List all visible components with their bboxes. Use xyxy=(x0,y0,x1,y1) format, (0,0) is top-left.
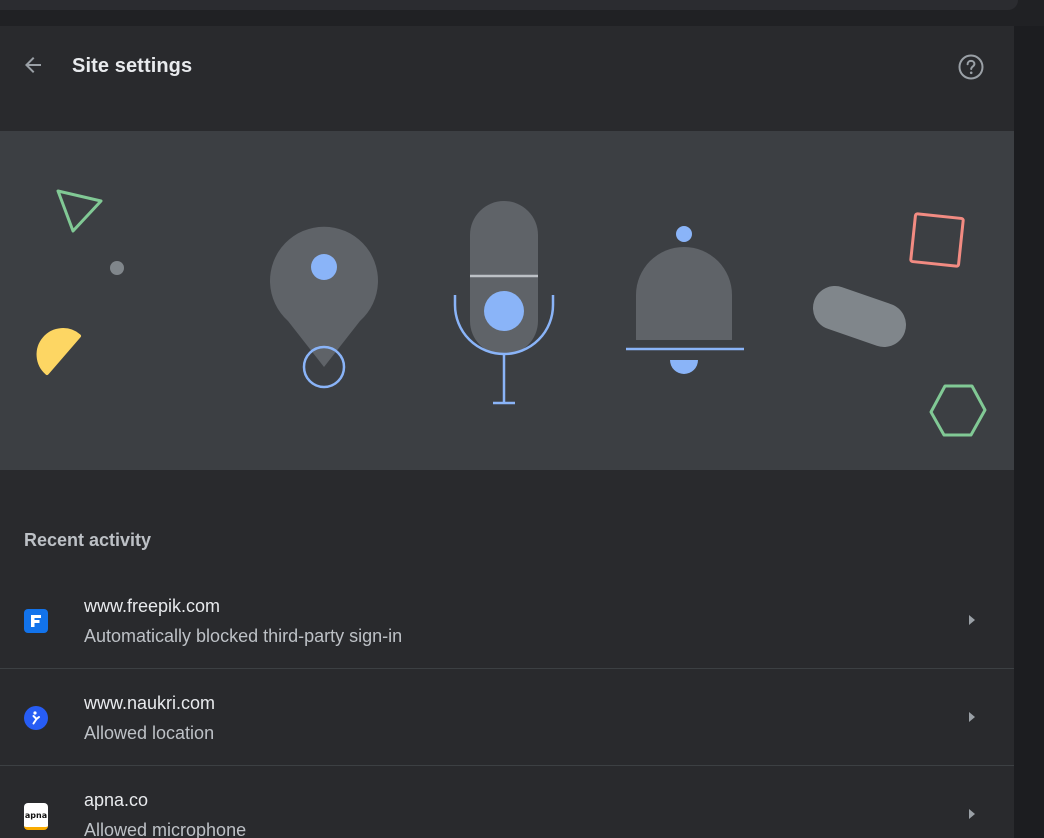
half-circle-decoration-icon xyxy=(36,328,81,375)
permissions-illustration-banner xyxy=(0,131,1014,470)
dot-decoration-icon xyxy=(110,261,124,275)
square-decoration-icon xyxy=(909,212,965,268)
chevron-right-icon xyxy=(964,612,980,628)
pill-decoration-icon xyxy=(813,286,906,347)
apna-favicon-text: apna xyxy=(24,810,48,820)
top-toolbar-strip xyxy=(0,0,1018,10)
site-name: www.naukri.com xyxy=(84,693,216,713)
help-circle-icon xyxy=(958,54,984,80)
arrow-back-icon xyxy=(25,57,41,73)
microphone-icon xyxy=(453,201,555,405)
site-activity-description: Automatically blocked third-party sign-i… xyxy=(84,626,403,646)
chevron-right-icon xyxy=(964,806,980,822)
freepik-favicon xyxy=(24,609,48,633)
recent-activity-heading: Recent activity xyxy=(24,530,152,550)
apna-favicon: apna xyxy=(24,803,48,830)
activity-row-freepik[interactable]: www.freepik.com Automatically blocked th… xyxy=(0,572,1014,669)
recent-activity-list: www.freepik.com Automatically blocked th… xyxy=(0,572,1014,838)
activity-row-apna[interactable]: apna apna.co Allowed microphone xyxy=(0,766,1014,838)
permissions-illustration xyxy=(36,189,987,437)
chevron-right-icon xyxy=(964,709,980,725)
scrollbar-track[interactable] xyxy=(1014,26,1044,838)
back-button[interactable] xyxy=(16,48,50,82)
site-activity-description: Allowed location xyxy=(84,723,215,743)
activity-row-naukri[interactable]: www.naukri.com Allowed location xyxy=(0,669,1014,766)
page-header: Site settings xyxy=(0,26,1014,106)
triangle-decoration-icon xyxy=(56,189,103,233)
notification-bell-icon xyxy=(626,226,744,374)
site-name: www.freepik.com xyxy=(84,596,221,616)
help-button[interactable] xyxy=(954,50,988,84)
hexagon-decoration-icon xyxy=(929,384,987,437)
location-pin-icon xyxy=(269,226,378,389)
page-title: Site settings xyxy=(72,55,193,77)
site-settings-page: Site settings Recent activity www.freepi… xyxy=(0,26,1014,838)
site-activity-description: Allowed microphone xyxy=(84,820,247,838)
site-name: apna.co xyxy=(84,790,149,810)
naukri-favicon xyxy=(24,706,48,730)
